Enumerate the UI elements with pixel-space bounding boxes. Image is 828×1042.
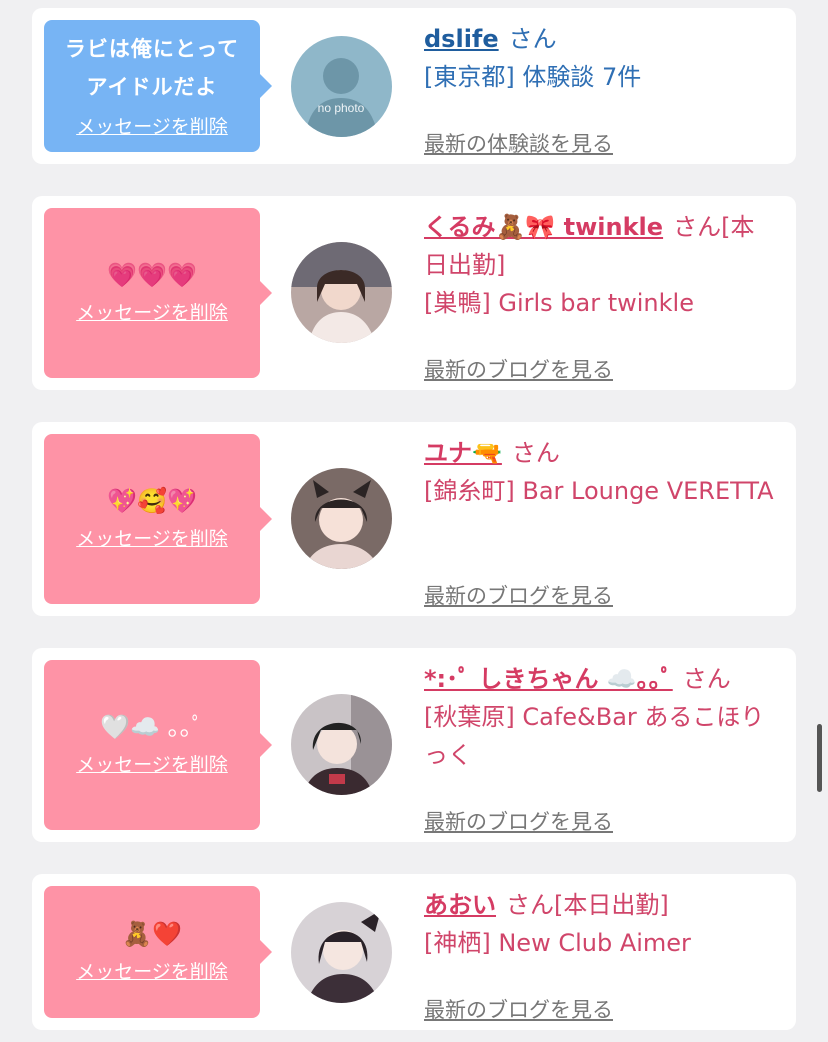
message-bubble: 💗💗💗 メッセージを削除 [44, 208, 272, 378]
latest-blog-link[interactable]: 最新のブログを見る [424, 354, 613, 384]
message-text: 💖🥰💖 [107, 486, 197, 515]
message-card: 🧸❤️ メッセージを削除 あおい さん[本日出勤] [神栖] New Club A… [32, 874, 796, 1030]
latest-blog-link[interactable]: 最新のブログを見る [424, 580, 613, 610]
latest-review-link[interactable]: 最新の体験談を見る [424, 128, 613, 158]
avatar[interactable] [291, 468, 392, 569]
user-suffix: さん [682, 665, 731, 693]
user-info: ユナ🔫 さん [錦糸町] Bar Lounge VERETTA 最新のブログを見る [424, 434, 774, 608]
user-info: あおい さん[本日出勤] [神栖] New Club Aimer 最新のブログを見… [424, 886, 774, 1022]
user-meta: [東京都] 体験談 7件 [424, 63, 642, 91]
delete-message-link[interactable]: メッセージを削除 [76, 957, 228, 984]
avatar[interactable] [291, 902, 392, 1003]
latest-blog-link[interactable]: 最新のブログを見る [424, 806, 613, 836]
message-bubble: 🧸❤️ メッセージを削除 [44, 886, 272, 1018]
user-meta: [神栖] New Club Aimer [424, 929, 691, 957]
message-text: 🧸❤️ [122, 919, 182, 948]
message-text: ラビは俺にとって アイドルだよ [64, 36, 240, 99]
user-suffix: さん[本日出勤] [506, 891, 669, 919]
avatar[interactable] [291, 242, 392, 343]
message-card: 🤍☁️ ｡｡ﾟ メッセージを削除 *:･ﾟ しきちゃん ☁️｡｡ﾟ さん [秋葉原… [32, 648, 796, 842]
user-suffix: さん [508, 25, 557, 53]
user-meta: [錦糸町] Bar Lounge VERETTA [424, 477, 774, 505]
avatar[interactable] [291, 694, 392, 795]
latest-blog-link[interactable]: 最新のブログを見る [424, 994, 613, 1024]
user-info: *:･ﾟ しきちゃん ☁️｡｡ﾟ さん [秋葉原] Cafe&Bar あるこほりっ… [424, 660, 774, 834]
delete-message-link[interactable]: メッセージを削除 [76, 298, 228, 325]
user-suffix: さん [511, 439, 560, 467]
user-name-link[interactable]: くるみ🧸🎀 twinkle [424, 213, 663, 241]
user-info: dslife さん [東京都] 体験談 7件 最新の体験談を見る [424, 20, 774, 156]
message-card: 💗💗💗 メッセージを削除 くるみ🧸🎀 twinkle さん[本日出勤] [巣鴨] … [32, 196, 796, 390]
user-name-link[interactable]: *:･ﾟ しきちゃん ☁️｡｡ﾟ [424, 665, 673, 693]
user-name-link[interactable]: dslife [424, 25, 499, 53]
message-text: 🤍☁️ ｡｡ﾟ [100, 712, 204, 741]
user-name-link[interactable]: ユナ🔫 [424, 439, 502, 467]
message-bubble: ラビは俺にとって アイドルだよ メッセージを削除 [44, 20, 272, 152]
message-bubble: 🤍☁️ ｡｡ﾟ メッセージを削除 [44, 660, 272, 830]
message-text: 💗💗💗 [107, 260, 197, 289]
scrollbar[interactable] [817, 724, 822, 792]
no-photo-label: no photo [318, 101, 365, 115]
message-bubble: 💖🥰💖 メッセージを削除 [44, 434, 272, 604]
user-meta: [秋葉原] Cafe&Bar あるこほりっく [424, 703, 765, 769]
message-card: 💖🥰💖 メッセージを削除 ユナ🔫 さん [錦糸町] Bar Lounge VERE… [32, 422, 796, 616]
message-card: ラビは俺にとって アイドルだよ メッセージを削除 no photo dslife… [32, 8, 796, 164]
delete-message-link[interactable]: メッセージを削除 [76, 112, 228, 139]
user-info: くるみ🧸🎀 twinkle さん[本日出勤] [巣鴨] Girls bar twi… [424, 208, 774, 382]
user-name-link[interactable]: あおい [424, 891, 496, 919]
delete-message-link[interactable]: メッセージを削除 [76, 750, 228, 777]
avatar[interactable]: no photo [291, 36, 392, 137]
delete-message-link[interactable]: メッセージを削除 [76, 524, 228, 551]
user-meta: [巣鴨] Girls bar twinkle [424, 289, 694, 317]
